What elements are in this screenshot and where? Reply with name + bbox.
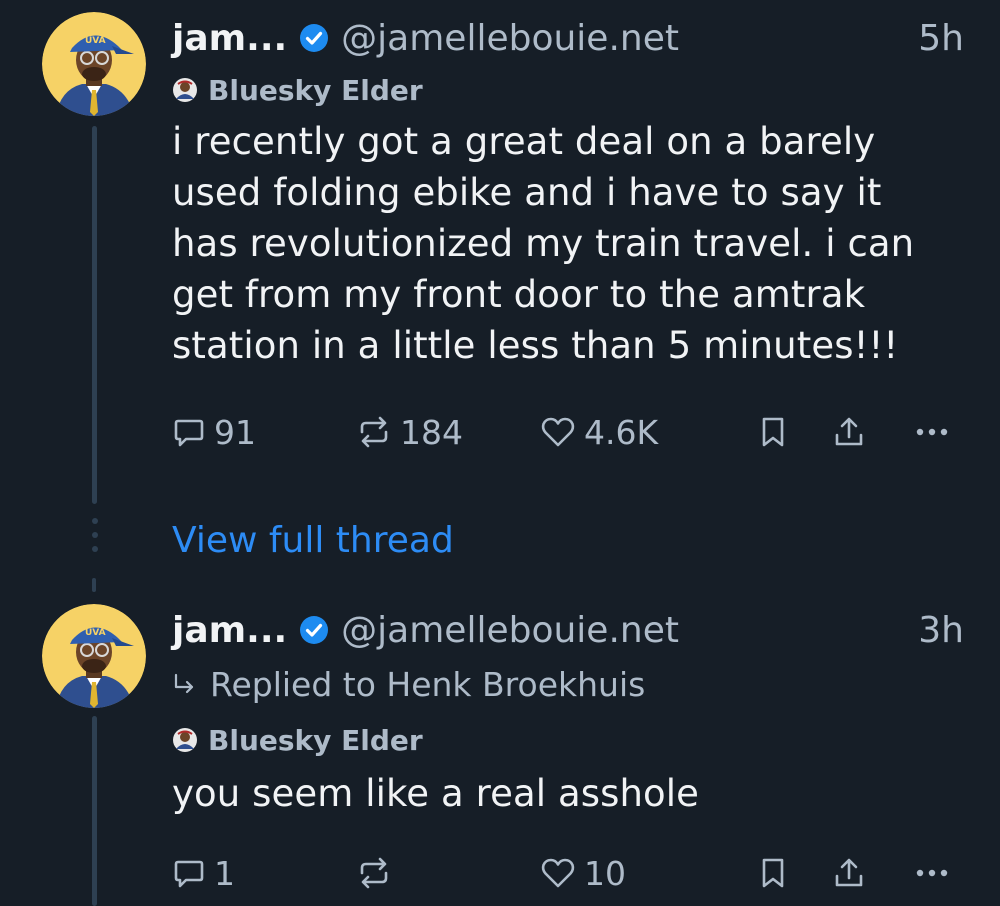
repost-icon — [360, 857, 388, 889]
replied-to-label[interactable]: Replied to Henk Broekhuis — [172, 664, 964, 704]
view-full-thread-link[interactable]: View full thread — [172, 520, 454, 561]
post-timestamp[interactable]: 3h — [918, 610, 964, 651]
post-actions: 1 10 — [172, 848, 962, 898]
heart-icon — [541, 417, 575, 447]
like-count: 4.6K — [584, 412, 659, 452]
thread-line — [92, 126, 97, 504]
svg-text:UVA: UVA — [85, 628, 106, 638]
post-header: jam... @jamellebouie.net 5h — [172, 14, 964, 62]
bookmark-button[interactable] — [758, 407, 788, 457]
feed: UVA jam... @jamellebouie.net 5h Bluesky … — [0, 0, 1000, 906]
verified-badge-icon[interactable] — [299, 23, 329, 53]
svg-text:UVA: UVA — [85, 36, 106, 46]
more-options-button[interactable] — [914, 848, 950, 898]
more-options-button[interactable] — [914, 407, 950, 457]
like-button[interactable]: 4.6K — [540, 407, 658, 457]
heart-icon — [541, 858, 575, 888]
post[interactable]: jam... @jamellebouie.net 3h Replied to H… — [172, 606, 964, 819]
post-text: i recently got a great deal on a barely … — [172, 120, 915, 367]
thread-gap-dots — [90, 518, 99, 552]
repost-button[interactable] — [356, 848, 400, 898]
author-handle[interactable]: @jamellebouie.net — [341, 610, 679, 651]
reply-count: 91 — [214, 412, 256, 452]
repost-icon — [360, 416, 388, 448]
profile-badge[interactable]: Bluesky Elder — [172, 722, 964, 758]
elder-badge-icon — [172, 77, 198, 103]
bookmark-icon — [762, 858, 784, 888]
bookmark-button[interactable] — [758, 848, 788, 898]
share-icon — [835, 858, 863, 887]
post-timestamp[interactable]: 5h — [918, 18, 964, 59]
avatar[interactable]: UVA — [42, 604, 146, 708]
reply-button[interactable]: 1 — [172, 848, 235, 898]
post[interactable]: jam... @jamellebouie.net 5h Bluesky Elde… — [172, 14, 964, 371]
repost-count: 184 — [400, 412, 463, 452]
reply-icon — [174, 860, 204, 888]
more-icon — [916, 869, 948, 877]
post-actions: 91 184 4.6K — [172, 407, 962, 457]
author-handle[interactable]: @jamellebouie.net — [341, 18, 679, 59]
profile-badge[interactable]: Bluesky Elder — [172, 72, 964, 108]
like-count: 10 — [584, 853, 626, 893]
replied-to-text: Replied to Henk Broekhuis — [210, 664, 646, 704]
reply-icon — [174, 419, 204, 447]
verified-badge-icon[interactable] — [299, 615, 329, 645]
thread-line — [92, 578, 96, 592]
share-button[interactable] — [832, 848, 866, 898]
author-name[interactable]: jam... — [172, 18, 287, 59]
reply-count: 1 — [214, 853, 235, 893]
post-header: jam... @jamellebouie.net 3h — [172, 606, 964, 654]
thread-line — [92, 716, 97, 906]
bookmark-icon — [762, 417, 784, 447]
author-name[interactable]: jam... — [172, 610, 287, 651]
post-text: you seem like a real asshole — [172, 772, 700, 815]
elder-badge-icon — [172, 727, 198, 753]
reply-button[interactable]: 91 — [172, 407, 256, 457]
badge-label: Bluesky Elder — [208, 73, 423, 107]
more-icon — [916, 428, 948, 436]
share-button[interactable] — [832, 407, 866, 457]
badge-label: Bluesky Elder — [208, 723, 423, 757]
share-icon — [835, 417, 863, 446]
reply-arrow-icon — [172, 671, 198, 697]
repost-button[interactable]: 184 — [356, 407, 463, 457]
like-button[interactable]: 10 — [540, 848, 626, 898]
avatar[interactable]: UVA — [42, 12, 146, 116]
